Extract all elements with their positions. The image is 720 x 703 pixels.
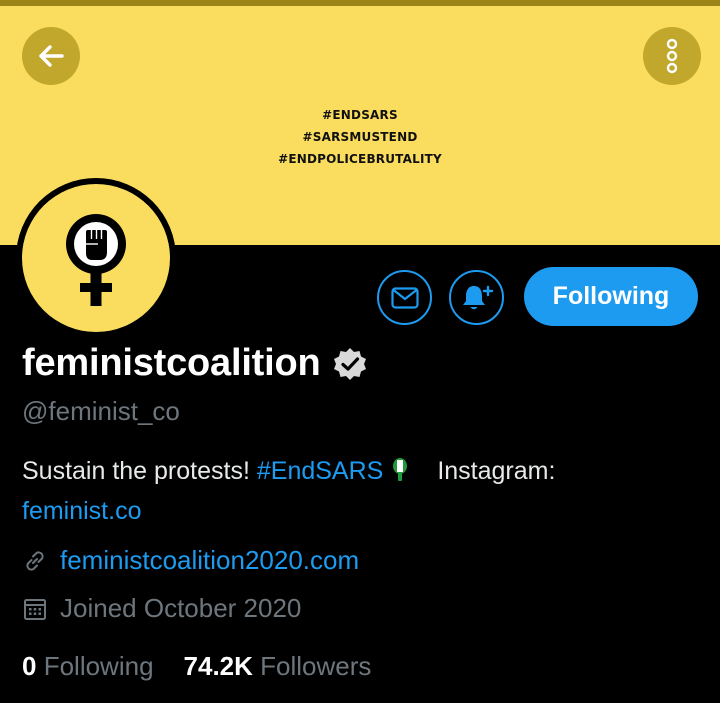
instagram-link[interactable]: feminist.co [22, 497, 141, 525]
website-row: feministcoalition2020.com [22, 545, 359, 576]
joined-date: Joined October 2020 [60, 593, 302, 623]
following-stat[interactable]: 0 Following [22, 651, 154, 682]
followers-count: 74.2K [183, 651, 253, 681]
arrow-left-icon [39, 45, 64, 67]
back-button[interactable] [22, 27, 80, 85]
joined-row: Joined October 2020 [22, 593, 301, 624]
notifications-button[interactable] [449, 270, 504, 325]
banner-line-2: #SARSMUSTEND [302, 130, 418, 144]
followers-label: Followers [260, 651, 372, 681]
envelope-icon [390, 286, 419, 309]
following-label: Following [43, 651, 154, 681]
banner-text: #ENDSARS #SARSMUSTEND #ENDPOLICEBRUTALIT… [0, 104, 720, 170]
profile-handle: @feminist_co [22, 396, 180, 426]
profile-name-row: feministcoalition [22, 342, 367, 385]
following-count: 0 [22, 651, 37, 681]
website-link[interactable]: feministcoalition2020.com [60, 545, 359, 576]
banner-line-3: #ENDPOLICEBRUTALITY [278, 152, 442, 166]
following-button[interactable]: Following [524, 267, 698, 326]
followers-stat[interactable]: 74.2K Followers [184, 651, 372, 682]
instagram-label: Instagram: [437, 457, 556, 485]
more-vertical-icon [666, 38, 678, 74]
more-options-button[interactable] [643, 27, 701, 85]
bell-plus-icon [462, 285, 493, 309]
bio-text: Sustain the protests! [22, 457, 257, 485]
verified-badge-icon [333, 347, 367, 381]
calendar-icon [22, 596, 48, 622]
avatar[interactable] [16, 178, 176, 338]
message-button[interactable] [377, 270, 432, 325]
profile-bio: Sustain the protests! #EndSARS Instagram:… [22, 453, 702, 530]
feminist-fist-logo-icon [66, 214, 126, 306]
profile-stats: 0 Following 74.2K Followers [22, 651, 401, 682]
display-name: feministcoalition [22, 342, 321, 384]
nigeria-fist-emoji-icon [391, 456, 409, 493]
banner-line-1: #ENDSARS [322, 108, 398, 122]
link-icon [22, 548, 48, 574]
hashtag-link[interactable]: #EndSARS [257, 457, 383, 485]
